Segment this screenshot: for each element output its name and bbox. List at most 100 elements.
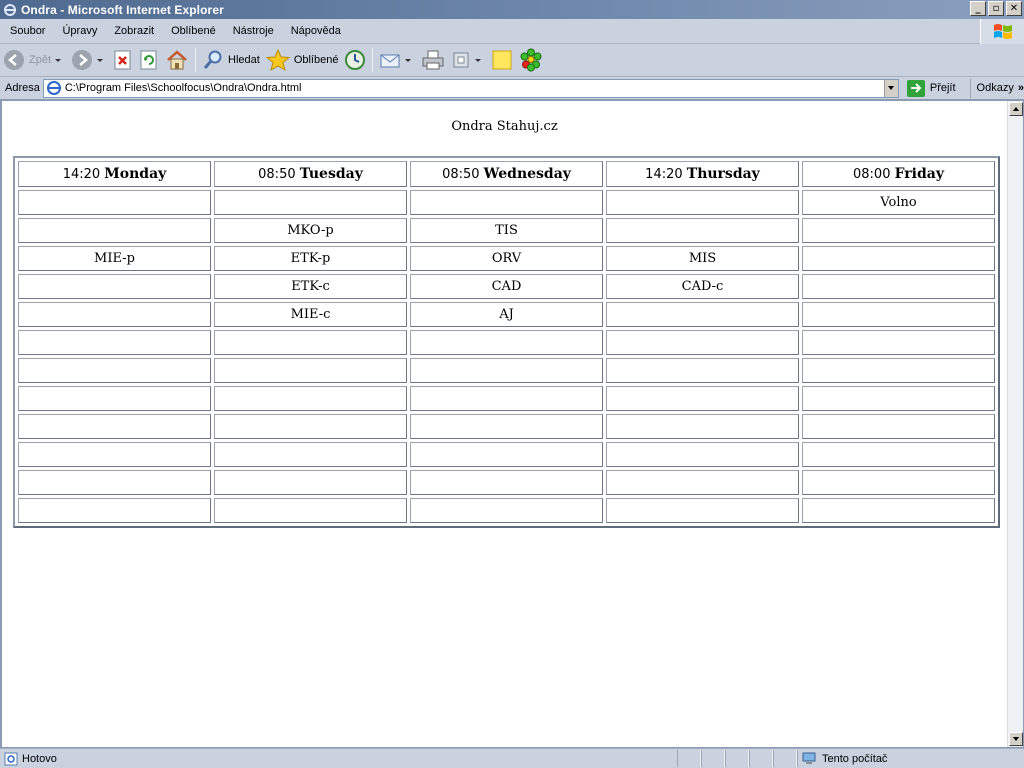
table-cell bbox=[802, 218, 995, 243]
table-cell bbox=[802, 470, 995, 495]
sticky-note-icon bbox=[492, 50, 512, 70]
table-row bbox=[18, 414, 995, 439]
refresh-button[interactable] bbox=[136, 46, 162, 74]
mail-button[interactable] bbox=[376, 46, 418, 74]
window-controls: _ ▫ ✕ bbox=[970, 1, 1022, 16]
address-dropdown-button[interactable] bbox=[883, 79, 898, 97]
forward-button[interactable] bbox=[68, 46, 110, 74]
table-cell bbox=[410, 414, 603, 439]
table-cell bbox=[410, 190, 603, 215]
scroll-up-button[interactable] bbox=[1009, 102, 1023, 116]
search-icon bbox=[203, 50, 222, 69]
table-cell: ETK-c bbox=[214, 274, 407, 299]
header-day: Tuesday bbox=[299, 166, 363, 182]
chevron-down-icon bbox=[1013, 737, 1019, 741]
page-viewport[interactable]: Ondra Stahuj.cz 14:20 Monday 08:50 Tuesd… bbox=[2, 101, 1007, 747]
status-pane bbox=[725, 750, 749, 767]
favorites-button[interactable]: Oblíbené bbox=[263, 46, 342, 74]
favorites-label: Oblíbené bbox=[293, 54, 339, 66]
table-cell bbox=[18, 218, 211, 243]
table-cell bbox=[214, 386, 407, 411]
table-cell bbox=[18, 386, 211, 411]
table-cell: AJ bbox=[410, 302, 603, 327]
table-cell bbox=[802, 246, 995, 271]
table-cell bbox=[606, 358, 799, 383]
page-icon bbox=[46, 81, 61, 95]
go-button[interactable]: Přejít bbox=[906, 79, 956, 97]
table-row: MIE-p ETK-p ORV MIS bbox=[18, 246, 995, 271]
toolbar-separator bbox=[195, 48, 197, 72]
address-input[interactable] bbox=[64, 80, 875, 96]
search-button[interactable]: Hledat bbox=[199, 46, 263, 74]
table-cell: ORV bbox=[410, 246, 603, 271]
table-cell bbox=[410, 330, 603, 355]
table-row bbox=[18, 386, 995, 411]
page-done-icon bbox=[4, 752, 18, 766]
page-title: Ondra Stahuj.cz bbox=[451, 119, 558, 134]
address-label: Adresa bbox=[5, 82, 40, 94]
links-chevron-icon[interactable]: » bbox=[1018, 82, 1024, 94]
table-cell: MKO-p bbox=[214, 218, 407, 243]
menu-soubor[interactable]: Soubor bbox=[0, 25, 52, 37]
table-cell bbox=[802, 386, 995, 411]
table-cell: Volno bbox=[802, 190, 995, 215]
table-cell bbox=[214, 358, 407, 383]
chevron-up-icon bbox=[1013, 107, 1019, 111]
address-field[interactable] bbox=[42, 78, 899, 98]
menu-zobrazit[interactable]: Zobrazit bbox=[104, 25, 161, 37]
scroll-down-button[interactable] bbox=[1009, 732, 1023, 746]
close-button[interactable]: ✕ bbox=[1006, 1, 1022, 16]
search-label: Hledat bbox=[228, 54, 260, 66]
menu-upravy[interactable]: Úpravy bbox=[52, 25, 104, 37]
discuss-button[interactable] bbox=[488, 46, 516, 74]
table-cell bbox=[606, 190, 799, 215]
edit-button[interactable] bbox=[448, 46, 488, 74]
windows-logo-icon bbox=[980, 19, 1024, 44]
minimize-button[interactable]: _ bbox=[970, 1, 986, 16]
mail-dropdown-icon[interactable] bbox=[405, 58, 412, 62]
back-arrow-icon bbox=[4, 50, 24, 70]
table-row: Volno bbox=[18, 190, 995, 215]
vertical-scrollbar[interactable] bbox=[1007, 101, 1023, 747]
menu-napoveda[interactable]: Nápověda bbox=[281, 25, 348, 37]
icq-button[interactable] bbox=[516, 46, 546, 74]
edit-dropdown-icon[interactable] bbox=[475, 58, 482, 62]
menu-nastroje[interactable]: Nástroje bbox=[223, 25, 281, 37]
table-cell bbox=[410, 386, 603, 411]
table-cell bbox=[18, 470, 211, 495]
table-cell bbox=[214, 470, 407, 495]
header-time: 08:50 bbox=[442, 167, 480, 182]
table-cell bbox=[410, 498, 603, 523]
table-cell: MIS bbox=[606, 246, 799, 271]
table-cell bbox=[802, 414, 995, 439]
maximize-button[interactable]: ▫ bbox=[988, 1, 1004, 16]
stop-icon bbox=[114, 50, 131, 70]
links-toolbar[interactable]: Odkazy » bbox=[969, 78, 1024, 98]
print-button[interactable] bbox=[418, 46, 448, 74]
header-wednesday: 08:50 Wednesday bbox=[410, 161, 603, 187]
browser-window: Ondra - Microsoft Internet Explorer _ ▫ … bbox=[0, 0, 1024, 768]
table-cell: MIE-p bbox=[18, 246, 211, 271]
forward-dropdown-icon[interactable] bbox=[97, 58, 104, 62]
table-cell bbox=[18, 414, 211, 439]
table-cell bbox=[606, 498, 799, 523]
menu-oblibene[interactable]: Oblíbené bbox=[161, 25, 223, 37]
refresh-icon bbox=[140, 50, 157, 70]
header-tuesday: 08:50 Tuesday bbox=[214, 161, 407, 187]
back-dropdown-icon[interactable] bbox=[55, 58, 62, 62]
history-button[interactable] bbox=[341, 46, 369, 74]
header-monday: 14:20 Monday bbox=[18, 161, 211, 187]
stop-button[interactable] bbox=[110, 46, 136, 74]
table-cell bbox=[606, 442, 799, 467]
address-bar: Adresa Přejít Odkazy » bbox=[0, 77, 1024, 100]
title-bar[interactable]: Ondra - Microsoft Internet Explorer _ ▫ … bbox=[0, 0, 1024, 19]
table-cell bbox=[606, 386, 799, 411]
table-cell bbox=[606, 330, 799, 355]
home-button[interactable] bbox=[162, 46, 192, 74]
table-cell bbox=[214, 442, 407, 467]
table-cell bbox=[802, 442, 995, 467]
table-cell bbox=[18, 358, 211, 383]
back-button[interactable]: Zpět bbox=[0, 46, 68, 74]
timetable-header-row: 14:20 Monday 08:50 Tuesday 08:50 Wednesd… bbox=[18, 161, 995, 187]
icq-flower-icon bbox=[520, 48, 542, 72]
